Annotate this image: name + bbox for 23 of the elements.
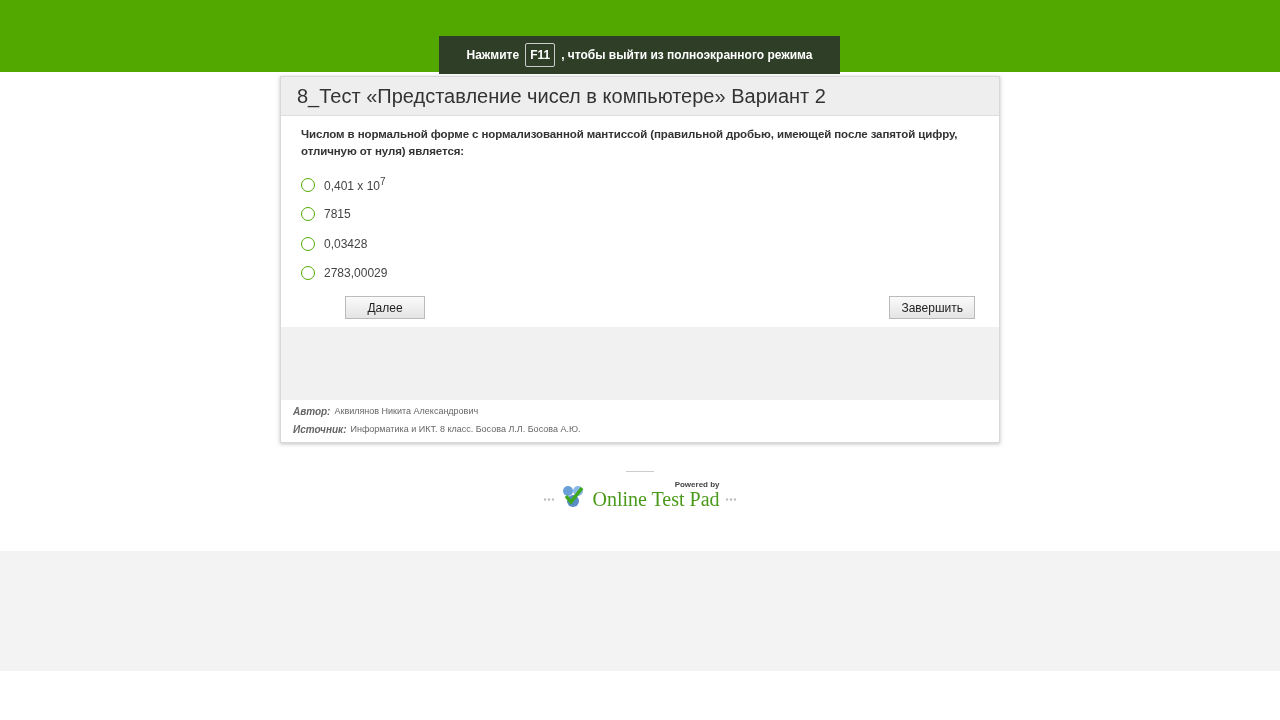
- question-text: Числом в нормальной форме с нормализованной мантиссой (правильной дробью, имеющей после запятой цифру, отличную от нуля) является:: [301, 127, 959, 159]
- next-button[interactable]: Далее: [345, 296, 425, 319]
- brand-name: Online Test Pad: [592, 489, 720, 509]
- radio-button[interactable]: [301, 266, 315, 281]
- radio-button[interactable]: [301, 177, 315, 192]
- option-label[interactable]: 7815: [324, 207, 351, 222]
- radio-button[interactable]: [301, 207, 315, 222]
- meta-value: Аквилянов Никита Александрович: [334, 406, 479, 416]
- option-label[interactable]: 0,03428: [324, 236, 368, 251]
- dots-icon: [725, 498, 736, 501]
- notice-text: , чтобы выйти из полноэкранного режима: [561, 48, 813, 62]
- meta-label: Автор:: [293, 405, 331, 417]
- key-label: F11: [525, 43, 556, 67]
- powered-by-text: Powered by: [674, 480, 720, 489]
- meta-label: Источник:: [293, 423, 347, 435]
- meta-value: Информатика и ИКТ. 8 класс. Босова Л.Л. Босова А.Ю.: [350, 424, 581, 434]
- dots-icon: [544, 498, 555, 501]
- radio-button[interactable]: [301, 236, 315, 251]
- notice-text: Нажмите: [466, 48, 520, 62]
- option-label[interactable]: 0,401 x 10$^{7}$: [324, 176, 386, 194]
- option-label[interactable]: 2783,00029: [324, 266, 388, 281]
- finish-button[interactable]: Завершить: [889, 296, 975, 319]
- test-title: 8_Тест «Представление чисел в компьютере» Вариант 2: [297, 85, 827, 108]
